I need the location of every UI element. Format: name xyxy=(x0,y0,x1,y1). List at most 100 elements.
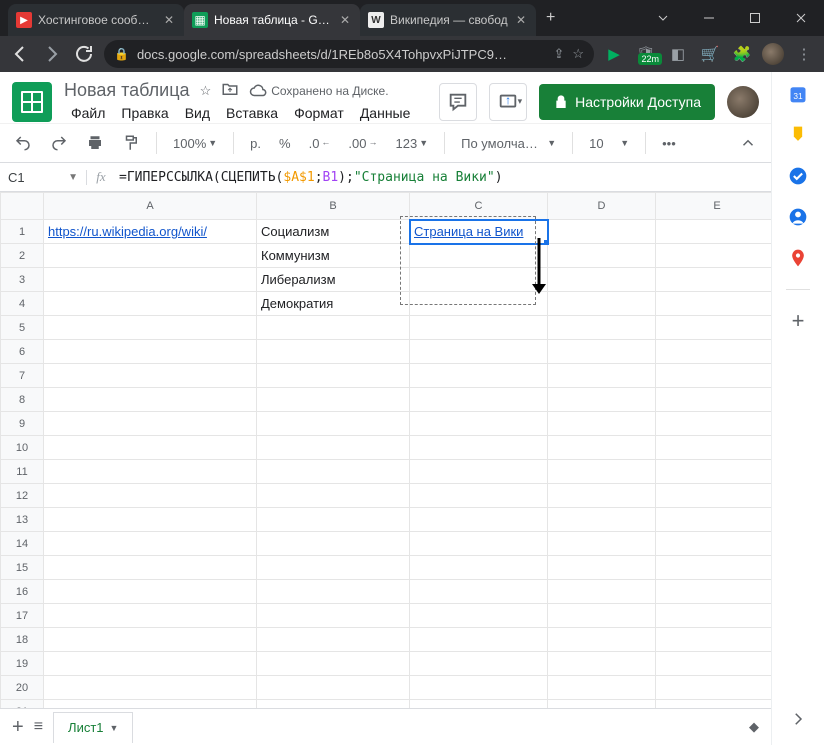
spreadsheet-grid[interactable]: ABCDE1https://ru.wikipedia.org/wiki/Соци… xyxy=(0,192,771,708)
cell[interactable]: Демократия xyxy=(257,292,410,316)
cell[interactable] xyxy=(548,460,656,484)
cell[interactable] xyxy=(548,316,656,340)
cell[interactable] xyxy=(410,364,548,388)
cell[interactable] xyxy=(410,436,548,460)
cell[interactable] xyxy=(656,676,772,700)
hide-panel-button[interactable] xyxy=(789,710,807,731)
cell[interactable] xyxy=(548,676,656,700)
cell[interactable] xyxy=(548,532,656,556)
account-avatar[interactable] xyxy=(727,86,759,118)
cell[interactable] xyxy=(410,388,548,412)
browser-tab-2[interactable]: ▦ Новая таблица - Goog ✕ xyxy=(184,4,360,36)
cell[interactable] xyxy=(656,292,772,316)
font-select[interactable]: По умолча… ▼ xyxy=(455,132,562,155)
row-header[interactable]: 15 xyxy=(1,556,44,580)
undo-button[interactable] xyxy=(8,130,38,156)
sheets-logo-icon[interactable] xyxy=(12,82,52,122)
row-header[interactable]: 8 xyxy=(1,388,44,412)
name-box[interactable]: C1▼ xyxy=(0,170,87,185)
cell[interactable] xyxy=(548,292,656,316)
cell[interactable] xyxy=(656,628,772,652)
row-header[interactable]: 19 xyxy=(1,652,44,676)
minimize-button[interactable] xyxy=(686,0,732,36)
more-tools-button[interactable]: ••• xyxy=(656,132,682,155)
formula-input[interactable]: =ГИПЕРССЫЛКА(СЦЕПИТЬ($A$1;B1);"Страница … xyxy=(115,170,771,185)
cell[interactable] xyxy=(548,700,656,709)
cell[interactable] xyxy=(656,220,772,244)
calendar-icon[interactable]: 31 xyxy=(788,84,808,107)
cell[interactable] xyxy=(410,652,548,676)
cell[interactable] xyxy=(257,628,410,652)
cell[interactable] xyxy=(410,676,548,700)
extension-icon[interactable]: ◧ xyxy=(666,45,690,63)
add-sheet-button[interactable]: + xyxy=(12,716,24,739)
share-page-icon[interactable]: ⇪ xyxy=(553,46,564,62)
cell[interactable] xyxy=(548,484,656,508)
column-header[interactable]: A xyxy=(44,193,257,220)
cell[interactable] xyxy=(410,244,548,268)
cloud-saved-status[interactable]: Сохранено на Диске. xyxy=(249,82,388,100)
menu-format[interactable]: Формат xyxy=(287,103,351,123)
menu-file[interactable]: Файл xyxy=(64,103,112,123)
maps-icon[interactable] xyxy=(788,248,808,271)
kebab-menu-icon[interactable]: ⋮ xyxy=(792,45,816,63)
cell[interactable] xyxy=(257,508,410,532)
cell[interactable]: Либерализм xyxy=(257,268,410,292)
cell[interactable] xyxy=(548,388,656,412)
cell[interactable]: Коммунизм xyxy=(257,244,410,268)
contacts-icon[interactable] xyxy=(788,207,808,230)
star-icon[interactable]: ☆ xyxy=(572,46,584,62)
row-header[interactable]: 21 xyxy=(1,700,44,709)
cell[interactable] xyxy=(548,220,656,244)
document-name[interactable]: Новая таблица xyxy=(64,80,190,101)
cell[interactable] xyxy=(257,604,410,628)
row-header[interactable]: 11 xyxy=(1,460,44,484)
cell[interactable] xyxy=(656,316,772,340)
back-button[interactable] xyxy=(8,42,32,66)
menu-edit[interactable]: Правка xyxy=(114,103,175,123)
cell[interactable]: Социализм xyxy=(257,220,410,244)
cell[interactable] xyxy=(257,436,410,460)
cell[interactable] xyxy=(257,676,410,700)
cell[interactable] xyxy=(257,340,410,364)
cell[interactable] xyxy=(410,292,548,316)
zoom-select[interactable]: 100% ▼ xyxy=(167,132,223,155)
cell[interactable] xyxy=(656,604,772,628)
explore-button[interactable]: ◆ xyxy=(749,719,759,735)
row-header[interactable]: 5 xyxy=(1,316,44,340)
paint-format-button[interactable] xyxy=(116,130,146,156)
comments-button[interactable] xyxy=(439,83,477,121)
cell[interactable] xyxy=(410,532,548,556)
star-icon[interactable]: ☆ xyxy=(200,83,212,99)
all-sheets-button[interactable]: ≡ xyxy=(34,718,43,736)
cell[interactable] xyxy=(257,580,410,604)
new-tab-button[interactable]: + xyxy=(536,9,565,27)
row-header[interactable]: 14 xyxy=(1,532,44,556)
row-header[interactable]: 4 xyxy=(1,292,44,316)
menu-data[interactable]: Данные xyxy=(353,103,418,123)
cell[interactable] xyxy=(410,604,548,628)
cell[interactable] xyxy=(257,460,410,484)
cell[interactable] xyxy=(410,556,548,580)
browser-tab-1[interactable]: ▶ Хостинговое сообщес ✕ xyxy=(8,4,184,36)
close-window-button[interactable] xyxy=(778,0,824,36)
extension-icon[interactable]: 🛒 xyxy=(698,45,722,63)
row-header[interactable]: 3 xyxy=(1,268,44,292)
menu-insert[interactable]: Вставка xyxy=(219,103,285,123)
redo-button[interactable] xyxy=(44,130,74,156)
cell[interactable] xyxy=(656,412,772,436)
cell[interactable] xyxy=(656,700,772,709)
row-header[interactable]: 17 xyxy=(1,604,44,628)
dropdown-icon[interactable] xyxy=(640,0,686,36)
menu-view[interactable]: Вид xyxy=(178,103,217,123)
close-icon[interactable]: ✕ xyxy=(162,13,176,27)
cell[interactable] xyxy=(548,652,656,676)
cell[interactable] xyxy=(410,316,548,340)
cell[interactable] xyxy=(656,340,772,364)
cell[interactable] xyxy=(44,460,257,484)
cell[interactable] xyxy=(44,436,257,460)
cell[interactable] xyxy=(44,604,257,628)
row-header[interactable]: 13 xyxy=(1,508,44,532)
cell[interactable] xyxy=(257,532,410,556)
cell[interactable] xyxy=(548,436,656,460)
